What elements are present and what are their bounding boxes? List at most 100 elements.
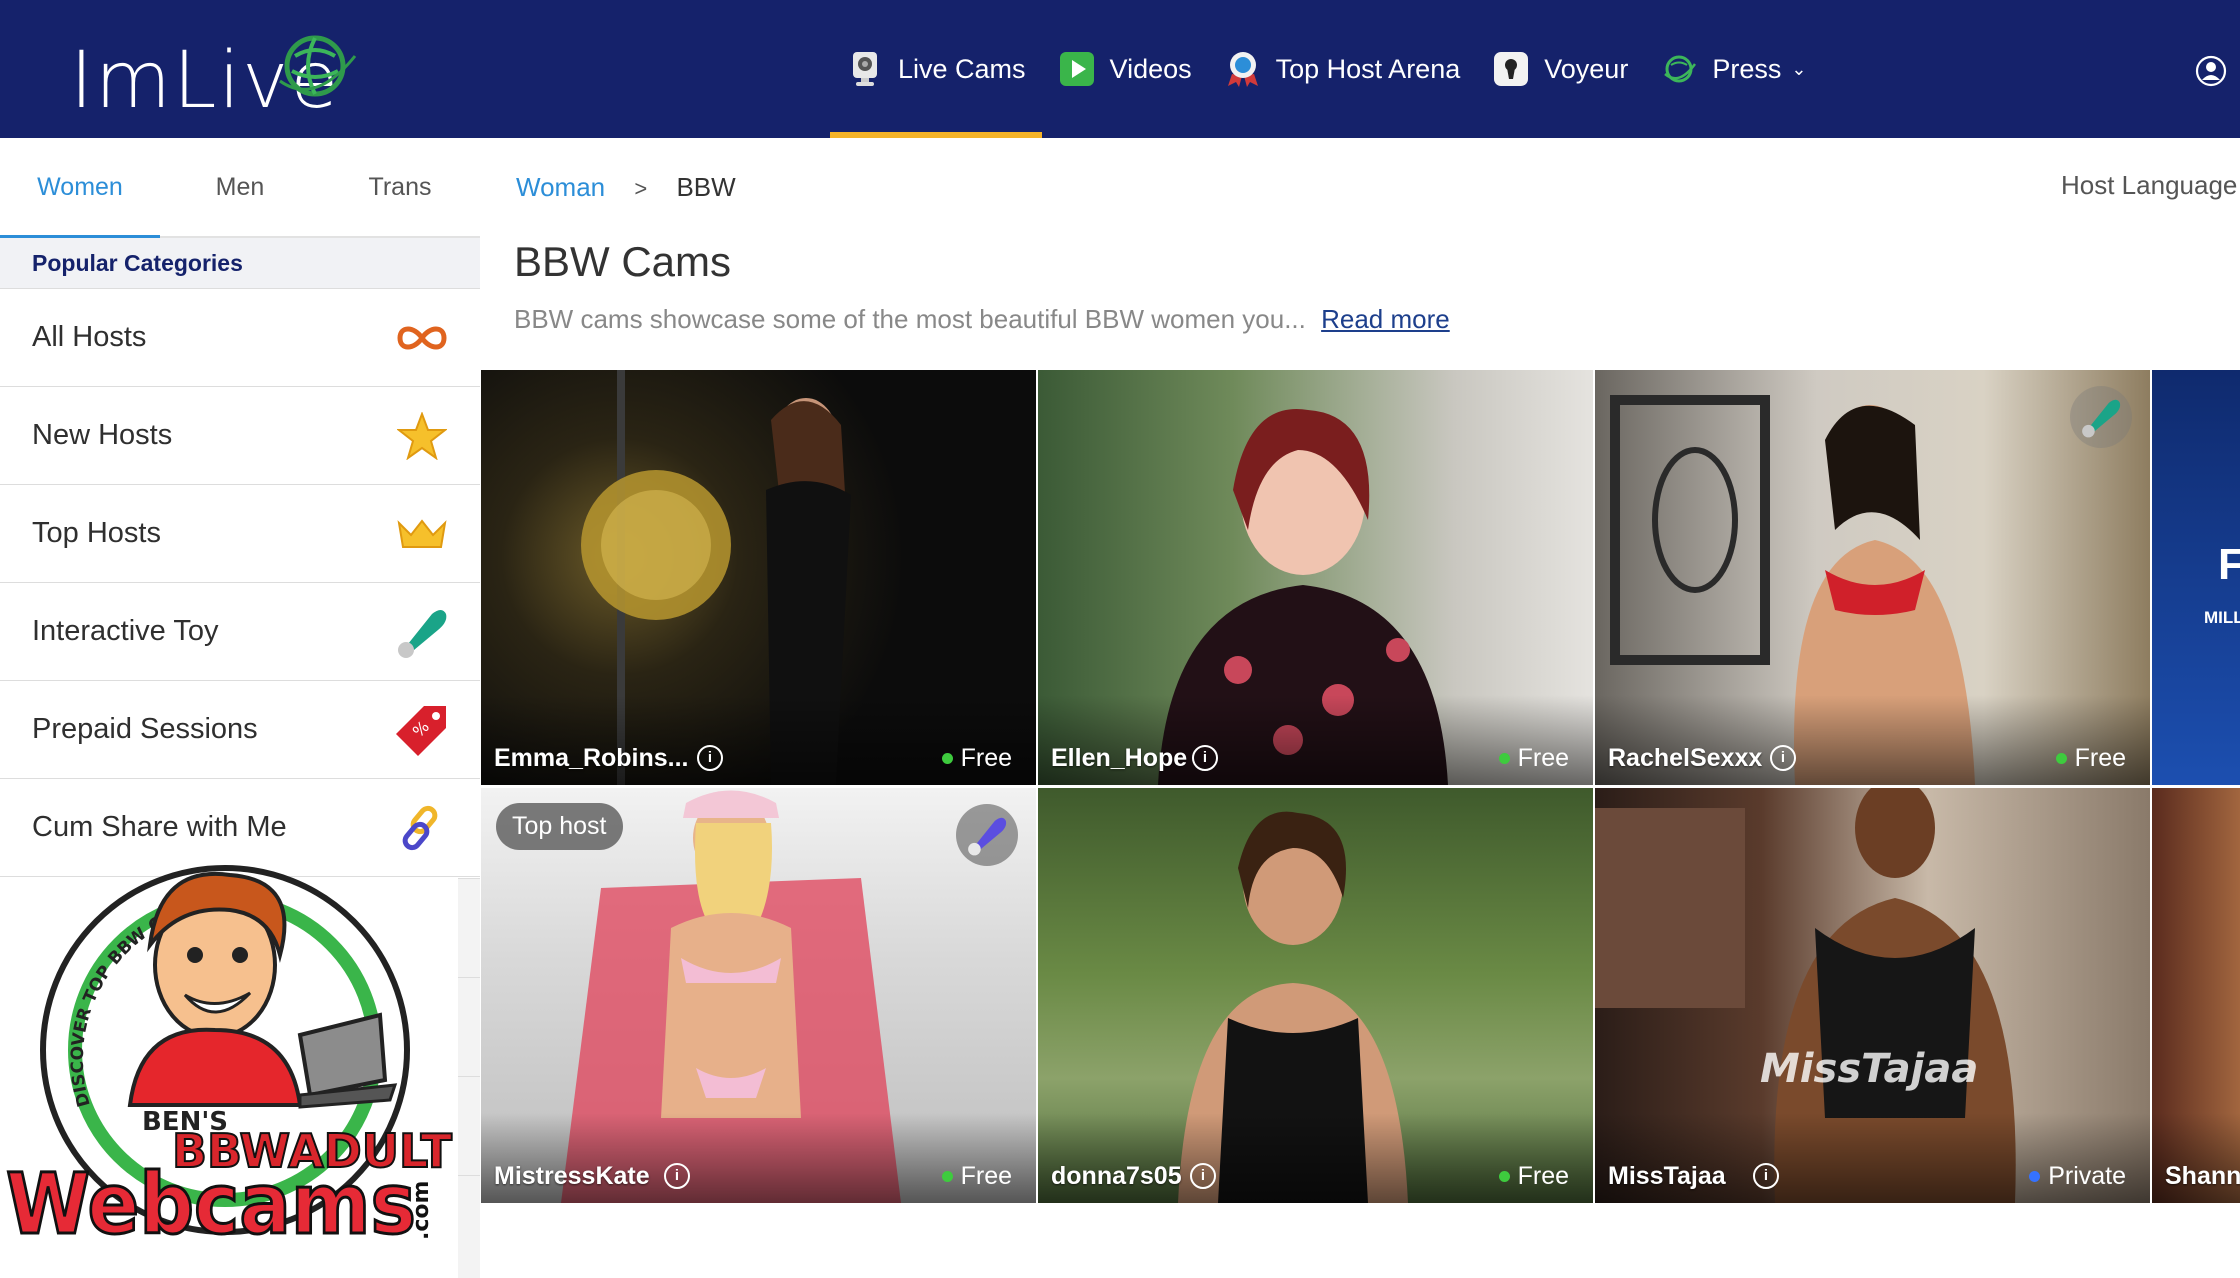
category-new-hosts[interactable]: New Hosts xyxy=(0,387,480,485)
tab-men[interactable]: Men xyxy=(160,138,320,236)
host-card[interactable]: Emma_Robins... i Free xyxy=(481,370,1036,785)
webcam-icon xyxy=(853,52,877,86)
host-name: Emma_Robins... xyxy=(494,744,689,772)
category-label: Cum Share with Me xyxy=(32,811,287,843)
host-card[interactable]: Ellen_Hope i Free xyxy=(1038,370,1593,785)
nav-label: Videos xyxy=(1109,53,1192,84)
host-card[interactable]: RachelSexxx i Free xyxy=(1595,370,2150,785)
host-grid: Emma_Robins... i Free Ellen_Hope i Free xyxy=(481,370,2240,1205)
badge-webcams-text: Webcams xyxy=(6,1155,416,1253)
top-navigation-bar: ImLive Live Cams Videos Top Host Arena V… xyxy=(0,0,2240,138)
status-text: Free xyxy=(960,1162,1012,1190)
status-badge: Free xyxy=(2055,744,2126,773)
info-icon[interactable]: i xyxy=(1770,745,1796,771)
status-text: Free xyxy=(1517,1162,1569,1190)
nav-label: Live Cams xyxy=(898,53,1026,84)
category-label: Prepaid Sessions xyxy=(32,713,258,745)
status-text: Free xyxy=(1517,744,1569,772)
status-badge: Free xyxy=(1498,744,1569,773)
nav-voyeur[interactable]: Voyeur xyxy=(1476,0,1644,138)
user-icon[interactable] xyxy=(2195,55,2227,87)
info-icon[interactable]: i xyxy=(1753,1163,1779,1189)
nav-label: Voyeur xyxy=(1544,53,1629,84)
keyhole-icon xyxy=(1494,52,1529,86)
page-description: BBW cams showcase some of the most beaut… xyxy=(514,304,1450,335)
main-nav: Live Cams Videos Top Host Arena Voyeur P… xyxy=(830,0,1822,138)
infinity-icon xyxy=(397,326,447,349)
nav-top-host-arena[interactable]: Top Host Arena xyxy=(1208,0,1477,138)
host-name: RachelSexxx xyxy=(1608,744,1763,772)
toy-badge xyxy=(2070,386,2132,448)
promo-small-text: MILL xyxy=(2204,608,2240,627)
category-prepaid-sessions[interactable]: Prepaid Sessions % xyxy=(0,681,480,779)
gender-tabs: Women Men Trans xyxy=(0,138,480,238)
play-icon xyxy=(1059,52,1094,86)
breadcrumb-current: BBW xyxy=(676,172,736,202)
imlive-logo[interactable]: ImLive xyxy=(70,26,370,126)
private-dot xyxy=(2029,1171,2041,1182)
host-name: donna7s05 xyxy=(1051,1162,1182,1190)
popular-categories-heading: Popular Categories xyxy=(0,238,480,289)
page-title: BBW Cams xyxy=(514,238,732,285)
host-card[interactable]: Shann xyxy=(2152,788,2240,1203)
tab-women[interactable]: Women xyxy=(0,138,160,238)
category-interactive-toy[interactable]: Interactive Toy xyxy=(0,583,480,681)
status-badge: Free xyxy=(1498,1162,1569,1191)
star-icon xyxy=(397,411,447,460)
host-language-filter[interactable]: Host Language xyxy=(2061,170,2237,201)
status-badge: Free xyxy=(941,1162,1012,1191)
promo-card[interactable]: F MILL xyxy=(2152,370,2240,785)
category-label: New Hosts xyxy=(32,419,173,451)
scroll-track xyxy=(458,878,480,1278)
info-icon[interactable]: i xyxy=(1192,745,1218,771)
status-badge: Free xyxy=(941,744,1012,773)
host-name: MistressKate xyxy=(494,1162,650,1190)
host-card[interactable]: Top host MistressKate i Free xyxy=(481,788,1036,1203)
breadcrumb-separator: > xyxy=(634,176,648,201)
read-more-link[interactable]: Read more xyxy=(1321,304,1450,334)
host-card[interactable]: MissTajaa MissTajaa i Private xyxy=(1595,788,2150,1203)
top-host-tag: Top host xyxy=(496,803,623,850)
info-icon[interactable]: i xyxy=(1190,1163,1216,1189)
online-dot xyxy=(1498,753,1510,764)
status-badge: Private xyxy=(2029,1162,2126,1191)
category-all-hosts[interactable]: All Hosts xyxy=(0,289,480,387)
promo-big-letter: F xyxy=(2218,540,2240,589)
host-watermark: MissTajaa xyxy=(1760,1046,1979,1092)
nav-live-cams[interactable]: Live Cams xyxy=(830,0,1042,138)
nav-label: Top Host Arena xyxy=(1275,53,1461,84)
bens-bbw-adult-webcams-badge[interactable]: DISCOVER TOP BBW CAM SITES & MODELS! BEN… xyxy=(0,845,460,1260)
status-text: Private xyxy=(2048,1162,2126,1190)
host-name: MissTajaa xyxy=(1608,1162,1726,1190)
crown-icon xyxy=(397,518,447,548)
status-text: Free xyxy=(960,744,1012,772)
nav-videos[interactable]: Videos xyxy=(1042,0,1208,138)
tab-trans[interactable]: Trans xyxy=(320,138,480,236)
toy-icon xyxy=(2082,399,2121,438)
online-dot xyxy=(2055,753,2067,764)
host-card[interactable]: donna7s05 i Free xyxy=(1038,788,1593,1203)
online-dot xyxy=(941,1171,953,1182)
globe-icon xyxy=(1664,55,1697,83)
category-list: All Hosts New Hosts Top Hosts Interactiv… xyxy=(0,289,480,877)
category-top-hosts[interactable]: Top Hosts xyxy=(0,485,480,583)
toy-icon xyxy=(968,817,1007,856)
toy-badge xyxy=(956,804,1018,866)
globe-icon xyxy=(279,35,357,97)
nav-press[interactable]: Press ⌄ xyxy=(1644,0,1822,138)
info-icon[interactable]: i xyxy=(664,1163,690,1189)
award-icon xyxy=(1227,52,1258,87)
chevron-down-icon: ⌄ xyxy=(1791,58,1807,79)
category-label: Interactive Toy xyxy=(32,615,219,647)
breadcrumb: Woman > BBW xyxy=(516,172,736,203)
category-label: Top Hosts xyxy=(32,517,161,549)
toy-icon xyxy=(398,609,447,658)
info-icon[interactable]: i xyxy=(697,745,723,771)
description-text: BBW cams showcase some of the most beaut… xyxy=(514,304,1306,334)
breadcrumb-woman-link[interactable]: Woman xyxy=(516,172,605,202)
category-label: All Hosts xyxy=(32,321,147,353)
badge-com-text: .com xyxy=(409,1181,434,1240)
online-dot xyxy=(941,753,953,764)
nav-label: Press xyxy=(1712,53,1782,84)
tag-icon: % xyxy=(396,705,446,756)
